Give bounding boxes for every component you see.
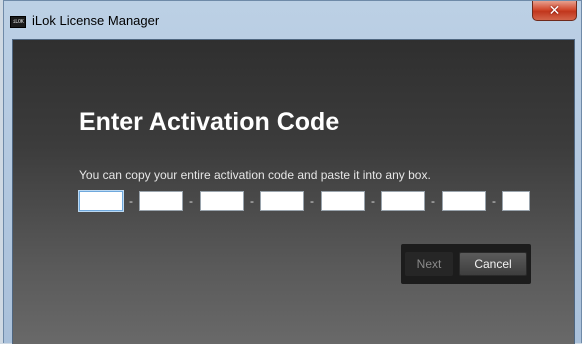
code-separator: - <box>189 194 193 208</box>
activation-panel: Enter Activation Code You can copy your … <box>12 39 575 344</box>
activation-code-box-1[interactable] <box>79 191 123 211</box>
close-button[interactable]: ✕ <box>532 1 577 21</box>
code-separator: - <box>250 194 254 208</box>
code-separator: - <box>431 194 435 208</box>
page-title: Enter Activation Code <box>79 108 340 136</box>
code-separator: - <box>310 194 314 208</box>
window-title: iLok License Manager <box>32 13 160 28</box>
app-window: iLOK iLok License Manager ✕ Enter Activa… <box>3 0 582 344</box>
code-separator: - <box>371 194 375 208</box>
activation-code-box-6[interactable] <box>381 191 425 211</box>
instruction-text: You can copy your entire activation code… <box>79 168 431 182</box>
activation-code-box-7[interactable] <box>442 191 486 211</box>
next-button[interactable]: Next <box>405 252 453 276</box>
activation-code-box-2[interactable] <box>139 191 183 211</box>
activation-code-box-4[interactable] <box>260 191 304 211</box>
button-bar: Next Cancel <box>401 244 531 284</box>
ilok-app-icon: iLOK <box>10 16 26 28</box>
title-bar[interactable]: iLOK iLok License Manager ✕ <box>4 1 581 39</box>
activation-code-box-3[interactable] <box>200 191 244 211</box>
code-separator: - <box>492 194 496 208</box>
close-icon: ✕ <box>548 2 561 19</box>
activation-code-box-5[interactable] <box>321 191 365 211</box>
activation-code-box-8[interactable] <box>502 191 530 211</box>
cancel-button[interactable]: Cancel <box>459 252 527 276</box>
code-separator: - <box>129 194 133 208</box>
